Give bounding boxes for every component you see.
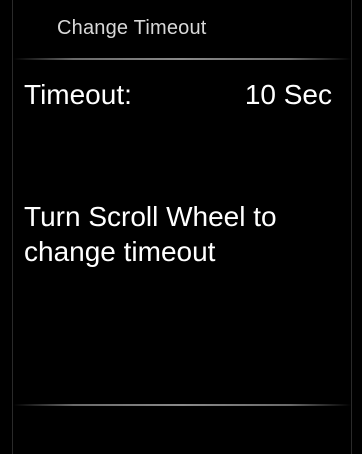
instruction-text: Turn Scroll Wheel to change timeout	[24, 199, 344, 269]
header-divider	[13, 58, 351, 60]
timeout-label: Timeout:	[24, 79, 132, 110]
device-frame: Change Timeout Timeout: 10 Sec Turn Scro…	[0, 0, 362, 454]
display-screen: Change Timeout Timeout: 10 Sec Turn Scro…	[12, 0, 352, 454]
screen-header: Change Timeout	[13, 0, 351, 60]
instruction-line-1: Turn Scroll Wheel to	[24, 201, 277, 232]
screen-footer	[13, 406, 351, 454]
screen-title: Change Timeout	[57, 17, 207, 39]
instruction-line-2: change timeout	[24, 236, 216, 267]
timeout-value[interactable]: 10 Sec	[245, 79, 332, 111]
